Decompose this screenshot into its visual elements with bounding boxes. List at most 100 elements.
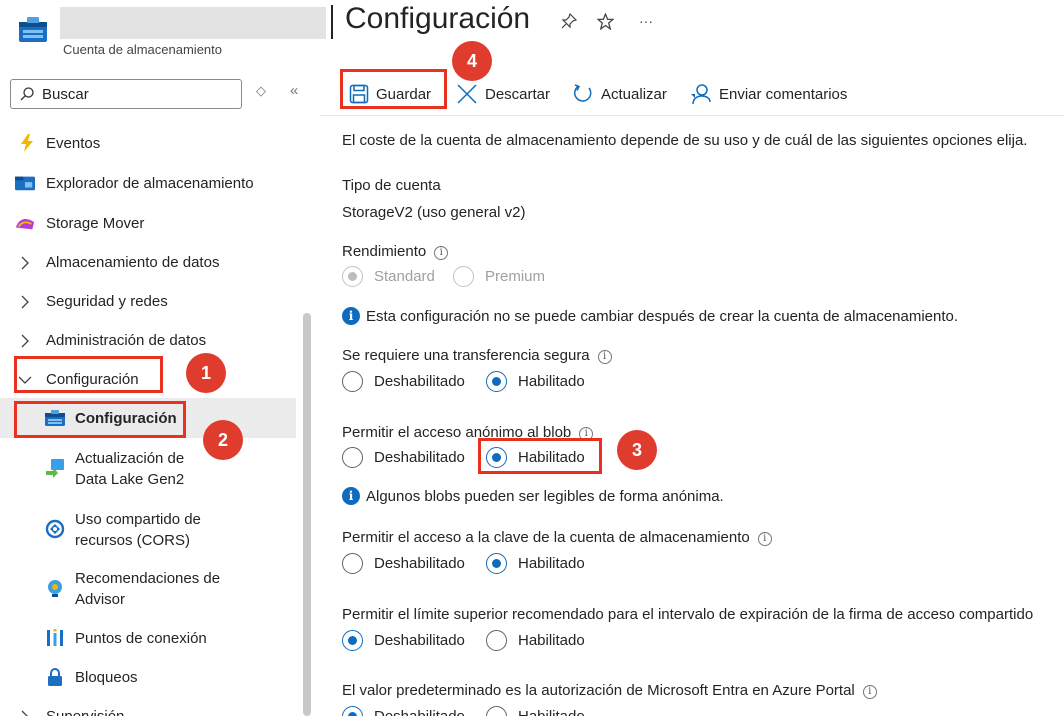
refresh-label: Actualizar [601,85,667,103]
radio-label: Premium [485,268,546,285]
sidebar-item-label: Recomendaciones de [75,570,221,587]
entra-default-label-text: El valor predeterminado es la autorizaci… [342,682,855,699]
radio-circle [342,553,363,574]
lock-icon [45,667,65,687]
entra-default-radio-group: Deshabilitado Habilitado [342,706,742,716]
performance-standard-radio: Standard [342,266,435,287]
entra-default-disabled-radio[interactable]: Deshabilitado [342,706,465,716]
key-access-disabled-radio[interactable]: Deshabilitado [342,553,465,574]
info-message-text: Algunos blobs pueden ser legibles de for… [366,487,724,505]
sort-toggle-icon[interactable]: ◇ [256,83,266,99]
chevron-right-icon [15,253,35,273]
secure-transfer-disabled-radio[interactable]: Deshabilitado [342,371,465,392]
radio-circle [342,371,363,392]
info-icon[interactable]: i [597,349,612,364]
cors-icon [45,519,65,539]
chevron-right-icon [15,707,35,716]
sas-limit-label: Permitir el límite superior recomendado … [342,606,1034,623]
refresh-button[interactable]: Actualizar [572,82,667,106]
radio-circle [486,630,507,651]
radio-label: Standard [374,268,435,285]
info-filled-icon: i [342,307,360,325]
favorite-star-icon[interactable] [594,10,616,32]
account-type-value: StorageV2 (uso general v2) [342,204,526,221]
entra-default-label: El valor predeterminado es la autorizaci… [342,682,877,699]
radio-circle [342,706,363,716]
sas-limit-disabled-radio[interactable]: Deshabilitado [342,630,465,651]
sidebar-item-puntos-conexion[interactable]: Puntos de conexión [0,626,296,652]
step-badge-3: 3 [617,430,657,470]
storage-mover-icon [15,213,35,233]
info-message-text: Esta configuración no se puede cambiar d… [366,307,959,325]
sas-limit-enabled-radio[interactable]: Habilitado [486,630,585,651]
info-filled-icon: i [342,487,360,505]
data-lake-upgrade-icon [45,458,65,478]
sidebar-item-storage-explorer[interactable]: Explorador de almacenamiento [0,171,296,197]
radio-label: Deshabilitado [374,632,465,649]
radio-circle [486,706,507,716]
highlight-box-step-4 [340,69,447,109]
info-icon[interactable]: i [757,531,772,546]
sidebar-item-label: Explorador de almacenamiento [46,175,254,192]
key-access-enabled-radio[interactable]: Habilitado [486,553,585,574]
performance-label-text: Rendimiento [342,243,427,260]
account-type-label: Tipo de cuenta [342,177,441,194]
radio-label: Deshabilitado [374,708,465,716]
feedback-button[interactable]: Enviar comentarios [690,82,847,106]
sidebar-item-cors[interactable]: Uso compartido de recursos (CORS) [0,507,296,551]
sidebar-item-label: Almacenamiento de datos [46,254,220,271]
step-badge-1: 1 [186,353,226,393]
entra-default-enabled-radio[interactable]: Habilitado [486,706,585,716]
advisor-icon [45,578,65,598]
blob-anonymous-disabled-radio[interactable]: Deshabilitado [342,447,465,468]
collapse-sidebar-icon[interactable]: « [290,82,298,99]
feedback-label: Enviar comentarios [719,85,848,103]
radio-circle [486,371,507,392]
performance-info-message: i Esta configuración no se puede cambiar … [342,307,958,325]
discard-label: Descartar [485,85,551,103]
highlight-box-step-3 [478,438,602,474]
sidebar-item-label-line2: Data Lake Gen2 [75,471,185,488]
resource-name-redacted [60,7,326,39]
radio-circle [453,266,474,287]
search-icon [20,87,34,101]
secure-transfer-label: Se requiere una transferencia segura i [342,347,612,364]
sidebar-item-storage-mover[interactable]: Storage Mover [0,211,296,237]
performance-label: Rendimiento i [342,243,449,260]
radio-label: Deshabilitado [374,449,465,466]
sidebar-item-seguridad-redes[interactable]: Seguridad y redes [0,289,296,315]
sidebar-item-almacenamiento-datos[interactable]: Almacenamiento de datos [0,250,296,276]
radio-label: Habilitado [518,632,585,649]
discard-button[interactable]: Descartar [456,82,550,106]
sidebar-item-supervision[interactable]: Supervisión [0,704,296,716]
sidebar-item-administracion-datos[interactable]: Administración de datos [0,328,296,354]
secure-transfer-label-text: Se requiere una transferencia segura [342,347,590,364]
sidebar-search-input[interactable]: Buscar [10,79,242,109]
chevron-right-icon [15,331,35,351]
radio-label: Habilitado [518,373,585,390]
info-icon[interactable]: i [862,684,877,699]
highlight-box-step-2 [14,401,186,438]
sidebar-item-advisor[interactable]: Recomendaciones de Advisor [0,566,296,610]
sidebar-item-label-line2: Advisor [75,591,126,608]
command-toolbar: Guardar Descartar Actualizar Enviar come… [340,75,1064,115]
chevron-right-icon [15,292,35,312]
highlight-box-step-1 [14,356,163,393]
sidebar-item-bloqueos[interactable]: Bloqueos [0,665,296,691]
page-title: Configuración [345,2,531,35]
pin-icon[interactable] [558,10,580,32]
sidebar-item-eventos[interactable]: Eventos [0,131,296,157]
sidebar-scrollbar[interactable] [303,313,311,716]
radio-label: Habilitado [518,555,585,572]
sidebar-item-label: Storage Mover [46,215,145,232]
page-subtitle: Cuenta de almacenamiento [63,42,222,57]
sidebar-item-label: Eventos [46,135,101,152]
more-options-icon[interactable]: ··· [635,10,657,32]
key-access-label: Permitir el acceso a la clave de la cuen… [342,529,772,546]
step-badge-2: 2 [203,420,243,460]
sidebar-item-data-lake-gen2[interactable]: Actualización de Data Lake Gen2 [0,446,296,490]
info-icon[interactable]: i [434,245,449,260]
step-badge-4: 4 [452,41,492,81]
page-header: Configuración Cuenta de almacenamiento ·… [0,0,1064,70]
secure-transfer-enabled-radio[interactable]: Habilitado [486,371,585,392]
